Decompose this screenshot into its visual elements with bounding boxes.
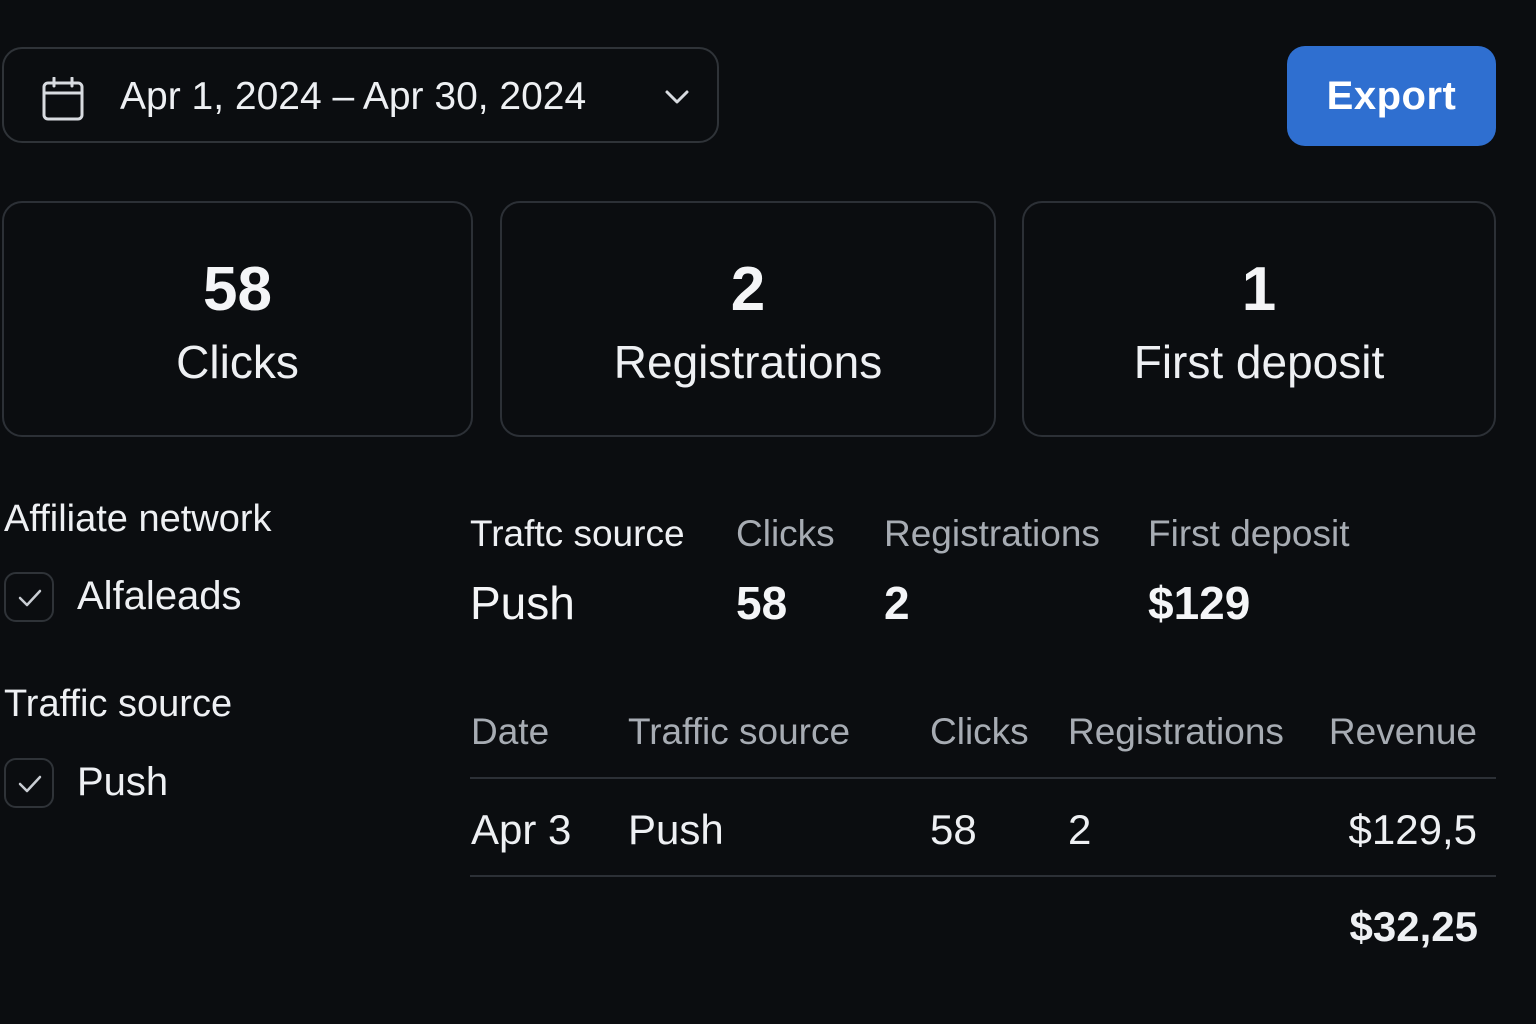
kpi-label: Clicks (176, 336, 299, 388)
column-header-date[interactable]: Date (471, 711, 549, 753)
summary-header-traffic-source: Traftc source (470, 513, 685, 554)
column-header-traffic-source[interactable]: Traffic source (628, 711, 850, 753)
alfaleads-checkbox[interactable] (4, 572, 54, 622)
cell-revenue: $129,5 (1348, 806, 1477, 853)
kpi-value: 58 (203, 255, 272, 324)
checkmark-icon (18, 775, 42, 793)
row-divider (470, 875, 1496, 877)
summary-cell-clicks: 58 (736, 577, 788, 629)
summary-header-clicks: Clicks (736, 513, 835, 554)
chevron-down-icon (662, 87, 692, 107)
push-label[interactable]: Push (77, 759, 168, 805)
checkmark-icon (18, 589, 42, 607)
traffic-source-filter-title: Traffic source (4, 683, 233, 725)
cell-clicks: 58 (930, 806, 977, 853)
date-range-picker[interactable]: Apr 1, 2024 – Apr 30, 2024 (2, 47, 719, 143)
kpi-card-clicks: 58 Clicks (2, 201, 473, 437)
kpi-card-registrations: 2 Registrations (500, 201, 996, 437)
calendar-icon (42, 76, 84, 121)
kpi-card-first-deposit: 1 First deposit (1022, 201, 1496, 437)
export-button[interactable]: Export (1287, 46, 1496, 146)
header-divider (470, 777, 1496, 779)
total-revenue: $32,25 (1349, 903, 1478, 950)
cell-date: Apr 3 (471, 806, 572, 853)
summary-cell-registrations: 2 (884, 577, 910, 629)
kpi-value: 2 (730, 255, 766, 324)
summary-header-registrations: Registrations (884, 513, 1100, 554)
column-header-revenue[interactable]: Revenue (1300, 711, 1477, 753)
kpi-label: First deposit (1133, 336, 1385, 388)
push-checkbox[interactable] (4, 758, 54, 808)
column-header-clicks[interactable]: Clicks (930, 711, 1029, 753)
summary-cell-first-deposit: $129 (1148, 577, 1251, 629)
column-header-registrations[interactable]: Registrations (1068, 711, 1284, 753)
summary-header-first-deposit: First deposit (1148, 513, 1350, 554)
alfaleads-label[interactable]: Alfaleads (77, 573, 242, 619)
affiliate-network-filter-title: Affiliate network (4, 498, 272, 540)
cell-registrations: 2 (1068, 806, 1092, 853)
cell-traffic-source: Push (628, 806, 724, 853)
summary-cell-traffic-source: Push (470, 577, 575, 629)
kpi-value: 1 (1241, 255, 1277, 324)
kpi-label: Registrations (613, 336, 883, 388)
date-range-label: Apr 1, 2024 – Apr 30, 2024 (120, 75, 587, 118)
